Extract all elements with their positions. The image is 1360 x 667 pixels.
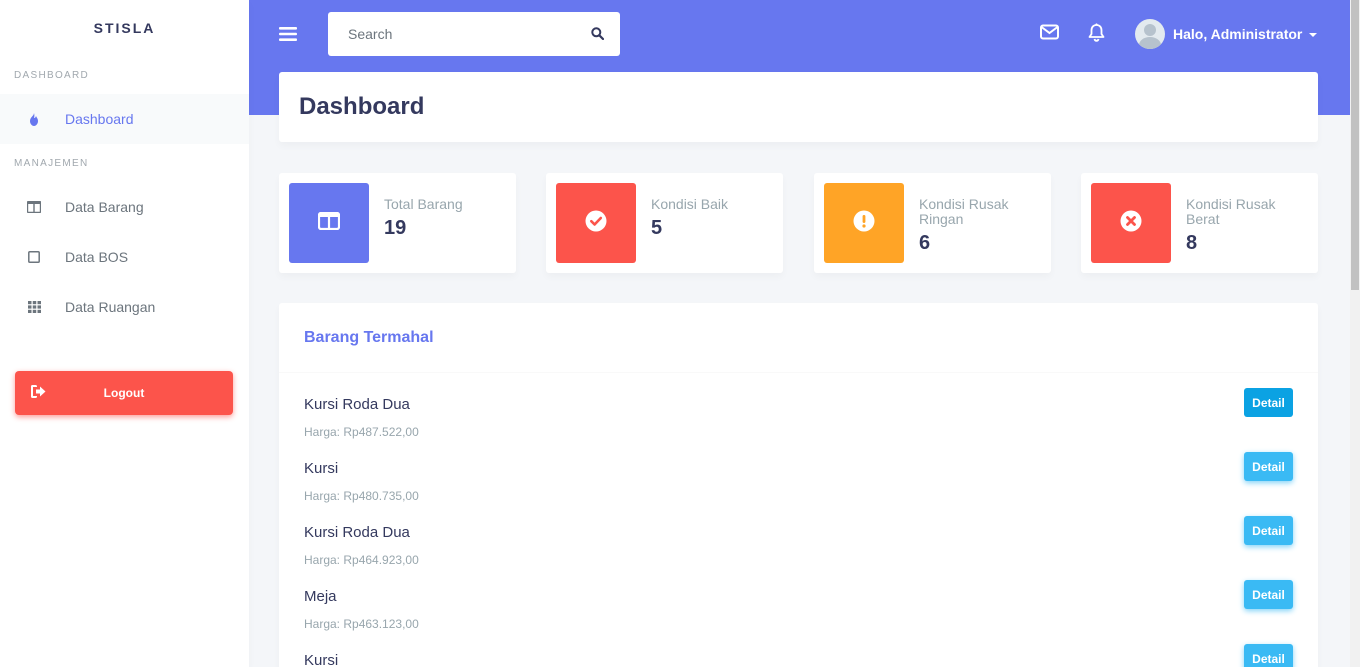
- sidebar-item-dashboard[interactable]: Dashboard: [0, 94, 249, 144]
- logout-wrapper: Logout: [0, 371, 249, 415]
- fire-icon: [25, 110, 43, 128]
- columns-icon: [25, 198, 43, 216]
- avatar: [1135, 19, 1165, 49]
- times-circle-icon: [1120, 210, 1142, 237]
- sidebar-item-data-barang[interactable]: Data Barang: [0, 182, 249, 232]
- sidebar-item-label: Dashboard: [65, 111, 134, 127]
- stat-title: Kondisi Rusak Ringan: [919, 196, 1009, 227]
- sidebar-item-label: Data Barang: [65, 199, 144, 215]
- stat-label: Kondisi Baik 5: [651, 196, 771, 240]
- stat-value: 19: [384, 217, 407, 239]
- list-item: Kursi Detail: [304, 644, 1293, 667]
- columns-icon: [317, 211, 341, 235]
- item-price: Harga: Rp464.923,00: [304, 553, 419, 567]
- stat-title: Kondisi Rusak Berat: [1186, 196, 1276, 227]
- stat-card-kondisi-rusak-ringan: Kondisi Rusak Ringan 6: [814, 173, 1051, 273]
- stat-title: Kondisi Baik: [651, 196, 729, 212]
- list-item: Kursi Roda Dua Harga: Rp464.923,00 Detai…: [304, 516, 1293, 588]
- detail-button[interactable]: Detail: [1244, 580, 1293, 609]
- stat-title: Total Barang: [384, 196, 463, 212]
- scrollbar[interactable]: [1350, 0, 1360, 667]
- detail-button[interactable]: Detail: [1244, 516, 1293, 545]
- item-price: Harga: Rp487.522,00: [304, 425, 419, 439]
- stat-value: 5: [651, 217, 663, 239]
- brand-logo[interactable]: STISLA: [0, 0, 249, 56]
- sidebar: STISLA DASHBOARD Dashboard MANAJEMEN Dat…: [0, 0, 249, 667]
- list-item: Meja Harga: Rp463.123,00 Detail: [304, 580, 1293, 652]
- top-navbar: Halo, Administrator: [249, 0, 1350, 70]
- sidebar-item-label: Data Ruangan: [65, 299, 156, 315]
- detail-button[interactable]: Detail: [1244, 388, 1293, 417]
- item-price: Harga: Rp463.123,00: [304, 617, 419, 631]
- stat-label: Kondisi Rusak Ringan 6: [919, 196, 1039, 255]
- page-title: Dashboard: [299, 93, 425, 120]
- detail-button[interactable]: Detail: [1244, 644, 1293, 667]
- barang-termahal-card: Barang Termahal Kursi Roda Dua Harga: Rp…: [279, 303, 1318, 667]
- stat-value: 8: [1186, 232, 1198, 254]
- hamburger-menu-icon[interactable]: [279, 26, 297, 47]
- stat-icon-box: [824, 183, 904, 263]
- stat-card-kondisi-rusak-berat: Kondisi Rusak Berat 8: [1081, 173, 1318, 273]
- card-header: Barang Termahal: [279, 303, 1318, 373]
- section-header: Dashboard: [279, 72, 1318, 142]
- scrollbar-thumb[interactable]: [1351, 0, 1359, 290]
- sidebar-item-data-bos[interactable]: Data BOS: [0, 232, 249, 282]
- search-box: [328, 12, 620, 56]
- item-name: Meja: [304, 588, 337, 605]
- user-dropdown[interactable]: Halo, Administrator: [1135, 19, 1318, 49]
- list-item: Kursi Roda Dua Harga: Rp487.522,00 Detai…: [304, 388, 1293, 460]
- caret-down-icon: [1309, 32, 1318, 37]
- grid-icon: [25, 298, 43, 316]
- stat-label: Kondisi Rusak Berat 8: [1186, 196, 1306, 255]
- bell-icon[interactable]: [1088, 23, 1105, 47]
- check-circle-icon: [585, 210, 607, 237]
- stat-icon-box: [289, 183, 369, 263]
- sidebar-item-data-ruangan[interactable]: Data Ruangan: [0, 282, 249, 332]
- search-icon[interactable]: [591, 27, 605, 45]
- stat-icon-box: [1091, 183, 1171, 263]
- logout-button[interactable]: Logout: [15, 371, 233, 415]
- logout-label: Logout: [103, 386, 145, 400]
- detail-button[interactable]: Detail: [1244, 452, 1293, 481]
- menu-header-manajemen: MANAJEMEN: [14, 157, 89, 169]
- stat-icon-box: [556, 183, 636, 263]
- sign-out-icon: [31, 385, 46, 401]
- item-name: Kursi Roda Dua: [304, 524, 410, 541]
- exclamation-circle-icon: [853, 210, 875, 237]
- stat-value: 6: [919, 232, 931, 254]
- card-title: Barang Termahal: [304, 328, 434, 346]
- search-input[interactable]: [328, 12, 568, 56]
- envelope-icon[interactable]: [1040, 24, 1059, 45]
- item-name: Kursi: [304, 652, 339, 667]
- user-greeting: Halo, Administrator: [1173, 26, 1303, 42]
- list-item: Kursi Harga: Rp480.735,00 Detail: [304, 452, 1293, 524]
- sidebar-item-label: Data BOS: [65, 249, 129, 265]
- menu-header-dashboard: DASHBOARD: [14, 69, 90, 81]
- item-price: Harga: Rp480.735,00: [304, 489, 419, 503]
- stat-card-kondisi-baik: Kondisi Baik 5: [546, 173, 783, 273]
- item-name: Kursi Roda Dua: [304, 396, 410, 413]
- item-name: Kursi: [304, 460, 339, 477]
- stat-card-total-barang: Total Barang 19: [279, 173, 516, 273]
- square-icon: [25, 248, 43, 266]
- stat-label: Total Barang 19: [384, 196, 504, 240]
